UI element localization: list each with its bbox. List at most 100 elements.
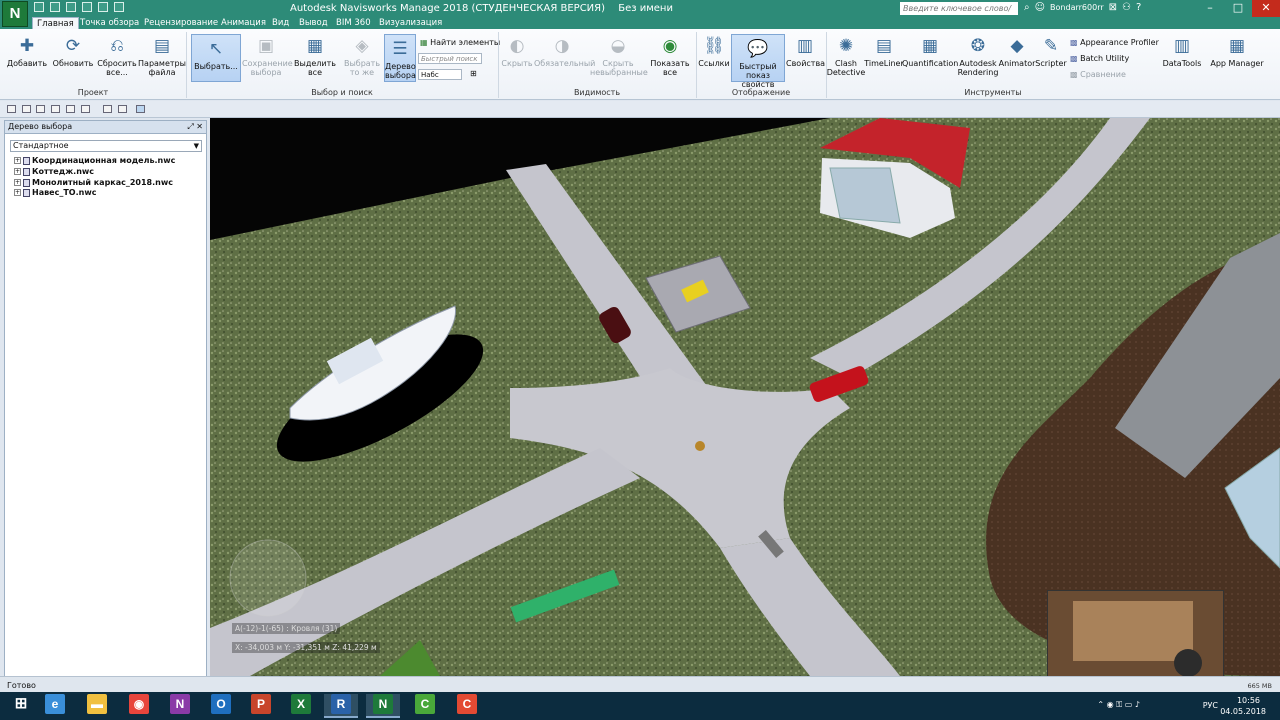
add-button[interactable]: ✚ Добавить <box>2 32 52 68</box>
obligatory-button[interactable]: ◑ Обязательный <box>534 32 595 68</box>
tab-bim360[interactable]: BIM 360 <box>336 17 371 29</box>
select-tool-icon[interactable] <box>136 105 145 113</box>
find-items-button[interactable]: ▦ Найти элементы <box>420 38 500 48</box>
dropdown-icon[interactable] <box>118 105 127 113</box>
selection-tree-button[interactable]: ☰ Дерево выбора <box>384 34 416 82</box>
sets-manage-icon[interactable]: ⊞ <box>470 69 477 79</box>
taskbar-app-edge[interactable]: e <box>38 694 72 718</box>
maximize-button[interactable]: □ <box>1224 0 1252 17</box>
file-icon <box>23 178 30 187</box>
save-file-icon[interactable] <box>22 105 31 113</box>
print-icon[interactable] <box>51 105 60 113</box>
datatools-button[interactable]: ▥ DataTools <box>1160 32 1204 68</box>
animator-icon: ◆ <box>1010 36 1024 56</box>
taskbar-app-excel[interactable]: X <box>284 694 318 718</box>
help-search-input[interactable]: Введите ключевое слово/фразу <box>900 2 1018 26</box>
tab-output[interactable]: Вывод <box>299 17 328 29</box>
tree-item[interactable]: + Коттедж.nwc <box>14 167 94 177</box>
links-button[interactable]: ⛓ Ссылки <box>698 32 730 68</box>
app-manager-button[interactable]: ▦ App Manager <box>1208 32 1266 68</box>
tab-view[interactable]: Вид <box>272 17 289 29</box>
minimize-button[interactable]: – <box>1196 0 1224 17</box>
undo-icon[interactable] <box>66 105 75 113</box>
tree-item[interactable]: + Монолитный каркас_2018.nwc <box>14 178 173 188</box>
clash-detective-button[interactable]: ✺ Clash Detective <box>826 32 866 77</box>
language-indicator[interactable]: РУС <box>1203 701 1218 710</box>
taskbar-app-screencast[interactable]: C <box>450 694 484 718</box>
quick-properties-button[interactable]: 💬 Быстрый показ свойств <box>731 34 785 89</box>
tree-item[interactable]: + Навес_ТО.nwc <box>14 188 96 198</box>
group-label-select: Выбор и поиск <box>311 88 373 97</box>
excel-icon: X <box>291 694 311 714</box>
batch-utility-button[interactable]: ▩ Batch Utility <box>1070 54 1129 64</box>
user-account[interactable]: Bondarr600rr <box>1050 3 1104 12</box>
save-icon[interactable] <box>66 2 76 12</box>
folder-icon[interactable] <box>36 105 45 113</box>
expand-icon[interactable]: + <box>14 157 21 164</box>
sets-dropdown[interactable]: Набс <box>418 69 462 80</box>
appearance-profiler-button[interactable]: ▩ Appearance Profiler <box>1070 38 1159 48</box>
reset-all-button[interactable]: ⎌ Сбросить все... <box>92 32 142 77</box>
timeliner-button[interactable]: ▤ TimeLiner <box>864 32 904 68</box>
tree-mode-dropdown[interactable]: Стандартное ▼ <box>10 140 202 152</box>
cart-icon[interactable]: ⊠ <box>1109 2 1117 13</box>
animator-button[interactable]: ◆ Animator <box>998 32 1036 68</box>
properties-button[interactable]: ▥ Свойства <box>786 32 825 68</box>
tray-icons[interactable]: ⌃ ◉ ⚿ ▭ ♪ <box>1097 700 1140 710</box>
select-all-button[interactable]: ▦ Выделить все <box>291 32 339 77</box>
file-params-button[interactable]: ▤ Параметры файла <box>137 32 187 77</box>
help-icon[interactable]: ? <box>1136 2 1141 13</box>
taskbar-app-powerpoint[interactable]: P <box>244 694 278 718</box>
scripter-button[interactable]: ✎ Scripter <box>1034 32 1068 68</box>
refresh-button[interactable]: ⟳ Обновить <box>48 32 98 68</box>
save-selection-button[interactable]: ▣ Сохранение выбора <box>242 32 293 77</box>
pin-icon[interactable]: ⤢ <box>187 122 193 131</box>
hide-button[interactable]: ◐ Скрыть <box>500 32 534 68</box>
taskbar-app-camtasia[interactable]: C <box>408 694 442 718</box>
clock-date[interactable]: 04.05.2018 <box>1220 707 1266 716</box>
overlay-image <box>1048 591 1223 688</box>
new-icon[interactable] <box>34 2 44 12</box>
taskbar-app-onenote[interactable]: N <box>163 694 197 718</box>
taskbar-app-chrome[interactable]: ◉ <box>122 694 156 718</box>
tab-visualization[interactable]: Визуализация <box>379 17 442 29</box>
expand-icon[interactable]: + <box>14 189 21 196</box>
expand-icon[interactable]: + <box>14 179 21 186</box>
close-icon[interactable]: ✕ <box>196 122 203 131</box>
hide-unselected-button[interactable]: ◒ Скрыть невыбранные <box>590 32 648 77</box>
taskbar-app-outlook[interactable]: O <box>204 694 238 718</box>
select-button[interactable]: ↖ Выбрать... <box>191 34 241 82</box>
select-same-button[interactable]: ◈ Выбрать то же <box>338 32 386 77</box>
print-icon[interactable] <box>82 2 92 12</box>
quantification-button[interactable]: ▦ Quantification <box>902 32 958 68</box>
open-file-icon[interactable] <box>7 105 16 113</box>
clock-time[interactable]: 10:56 <box>1237 696 1260 705</box>
redo-icon[interactable] <box>81 105 90 113</box>
tab-review[interactable]: Рецензирование <box>144 17 218 29</box>
quick-find-input[interactable]: Быстрый поиск <box>418 53 482 64</box>
navigation-gizmo[interactable] <box>229 539 307 617</box>
tab-animation[interactable]: Анимация <box>221 17 266 29</box>
tree-item[interactable]: + Координационная модель.nwc <box>14 156 175 166</box>
app-logo[interactable]: N <box>2 1 28 27</box>
taskbar-app-navisworks[interactable]: N <box>366 694 400 718</box>
search-icon[interactable]: ⌕ <box>1024 2 1030 13</box>
tab-viewpoint[interactable]: Точка обзора <box>80 17 139 29</box>
show-all-button[interactable]: ◉ Показать все <box>646 32 694 77</box>
taskbar-app-explorer[interactable]: ▬ <box>80 694 114 718</box>
autodesk-rendering-button[interactable]: ❂ Autodesk Rendering <box>956 32 1000 77</box>
start-button[interactable]: ⊞ <box>4 694 38 718</box>
file-options-icon: ▤ <box>153 36 171 56</box>
expand-icon[interactable]: + <box>14 168 21 175</box>
open-icon[interactable] <box>50 2 60 12</box>
compare-button[interactable]: ▩ Сравнение <box>1070 70 1126 80</box>
refresh-icon[interactable] <box>103 105 112 113</box>
link-icon: ⛓ <box>703 36 725 56</box>
close-button[interactable]: ✕ <box>1252 0 1280 17</box>
taskbar-app-revit[interactable]: R <box>324 694 358 718</box>
undo-icon[interactable] <box>98 2 108 12</box>
redo-icon[interactable] <box>114 2 124 12</box>
user-icon[interactable]: ⚇ <box>1122 2 1131 13</box>
tab-home[interactable]: Главная <box>32 17 79 29</box>
people-icon[interactable]: ☺ <box>1035 2 1045 13</box>
